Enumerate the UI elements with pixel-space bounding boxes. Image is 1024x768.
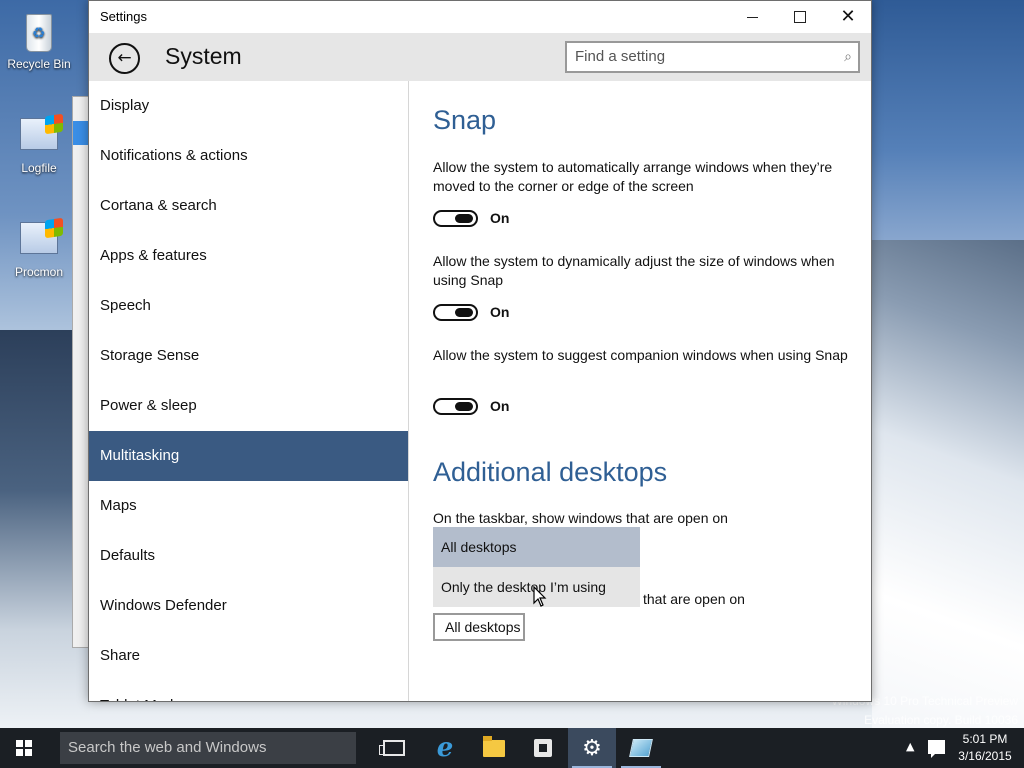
snap-heading: Snap xyxy=(433,105,497,135)
sidebar-item-maps[interactable]: Maps xyxy=(89,481,408,531)
document-app-icon xyxy=(629,739,653,757)
back-button[interactable]: ← xyxy=(109,43,140,74)
taskbar-search-box[interactable]: Search the web and Windows xyxy=(60,732,356,764)
sidebar-item-speech[interactable]: Speech xyxy=(89,281,408,331)
windows-logo-icon xyxy=(16,740,32,756)
sidebar-item-share[interactable]: Share xyxy=(89,631,408,681)
page-title: System xyxy=(165,43,242,69)
notepad-app-button[interactable] xyxy=(617,728,665,768)
toggle-state-label: On xyxy=(490,398,510,414)
procmon-app-icon xyxy=(16,216,63,262)
store-icon xyxy=(534,739,552,757)
snap-option-2-label: Allow the system to dynamically adjust t… xyxy=(433,253,835,288)
settings-window: Settings ✕ ← System Find a setting ⌕ Dis… xyxy=(88,0,872,702)
desktop-icon-label: Logfile xyxy=(21,161,57,175)
title-bar[interactable]: Settings ✕ xyxy=(89,1,871,33)
desktop-icon-label: Recycle Bin xyxy=(7,57,71,71)
search-icon[interactable]: ⌕ xyxy=(844,48,852,65)
sidebar-item-notifications[interactable]: Notifications & actions xyxy=(89,131,408,181)
clock-date: 3/16/2015 xyxy=(958,749,1012,763)
settings-content: Snap Allow the system to automatically a… xyxy=(410,81,871,701)
settings-header: ← System Find a setting ⌕ xyxy=(89,33,871,81)
close-button[interactable]: ✕ xyxy=(825,1,871,33)
taskbar: Search the web and Windows e ⚙ ▲ 5:01 PM… xyxy=(0,728,1024,768)
snap-suggest-toggle[interactable] xyxy=(433,397,478,415)
window-title: Settings xyxy=(100,9,147,24)
taskbar-windows-label: On the taskbar, show windows that are op… xyxy=(433,510,728,526)
recycle-bin-icon xyxy=(16,8,62,54)
desktop-wallpaper-mountain xyxy=(872,240,1024,728)
file-explorer-button[interactable] xyxy=(470,728,518,768)
toggle-state-label: On xyxy=(490,210,510,226)
desktop-icon-recycle-bin[interactable]: Recycle Bin xyxy=(6,8,72,71)
minimize-button[interactable] xyxy=(729,1,775,33)
snap-option-1-label: Allow the system to automatically arrang… xyxy=(433,159,833,194)
folder-icon xyxy=(483,735,505,757)
find-setting-search-input[interactable]: Find a setting ⌕ xyxy=(565,41,860,73)
close-icon: ✕ xyxy=(840,6,856,27)
maximize-icon xyxy=(794,11,806,23)
sidebar-item-defender[interactable]: Windows Defender xyxy=(89,581,408,631)
sidebar-item-power[interactable]: Power & sleep xyxy=(89,381,408,431)
sidebar-item-cortana[interactable]: Cortana & search xyxy=(89,181,408,231)
mouse-cursor-icon xyxy=(533,586,547,607)
show-hidden-icons-chevron-icon[interactable]: ▲ xyxy=(906,740,914,753)
task-view-button[interactable] xyxy=(370,728,418,768)
maximize-button[interactable] xyxy=(777,1,823,33)
alt-tab-desktops-combo[interactable]: All desktops xyxy=(433,613,525,641)
sidebar-item-apps[interactable]: Apps & features xyxy=(89,231,408,281)
settings-taskbar-button[interactable]: ⚙ xyxy=(568,728,616,768)
desktop-icon-procmon[interactable]: Procmon xyxy=(6,216,72,279)
sidebar-item-display[interactable]: Display xyxy=(89,81,408,131)
internet-explorer-button[interactable]: e xyxy=(421,728,469,768)
snap-arrange-toggle[interactable] xyxy=(433,209,478,227)
minimize-icon xyxy=(746,16,758,18)
gear-icon: ⚙ xyxy=(582,735,602,761)
action-center-icon[interactable] xyxy=(928,740,945,758)
sidebar-item-defaults[interactable]: Defaults xyxy=(89,531,408,581)
additional-desktops-heading: Additional desktops xyxy=(433,457,668,487)
snap-option-3-toggle-row[interactable]: On xyxy=(433,396,509,416)
desktop-icon-logfile[interactable]: Logfile xyxy=(6,112,72,175)
start-button[interactable] xyxy=(0,728,48,768)
logfile-app-icon xyxy=(16,112,63,158)
snap-option-3-label: Allow the system to suggest companion wi… xyxy=(433,347,848,363)
settings-sidebar: Display Notifications & actions Cortana … xyxy=(89,81,409,701)
watermark-line-2: Evaluation copy. Build 10036 xyxy=(864,713,1018,727)
taskbar-clock[interactable]: 5:01 PM 3/16/2015 xyxy=(950,731,1020,765)
back-arrow-icon: ← xyxy=(117,48,132,68)
sidebar-item-storage[interactable]: Storage Sense xyxy=(89,331,408,381)
alt-tab-label-tail: that are open on xyxy=(643,591,745,607)
desktop-icon-label: Procmon xyxy=(14,265,64,279)
sidebar-item-tablet-mode[interactable]: Tablet Mode xyxy=(89,681,408,701)
task-view-icon xyxy=(379,740,405,756)
desktop-wallpaper-sky xyxy=(872,0,1024,250)
snap-resize-toggle[interactable] xyxy=(433,303,478,321)
sidebar-item-multitasking[interactable]: Multitasking xyxy=(89,431,408,481)
store-button[interactable] xyxy=(519,728,567,768)
snap-option-2-toggle-row[interactable]: On xyxy=(433,302,509,322)
dropdown-option-all-desktops[interactable]: All desktops xyxy=(433,527,640,567)
toggle-state-label: On xyxy=(490,304,510,320)
snap-option-1-toggle-row[interactable]: On xyxy=(433,208,509,228)
search-placeholder: Find a setting xyxy=(575,48,666,65)
internet-explorer-icon: e xyxy=(436,733,454,763)
clock-time: 5:01 PM xyxy=(962,732,1008,746)
